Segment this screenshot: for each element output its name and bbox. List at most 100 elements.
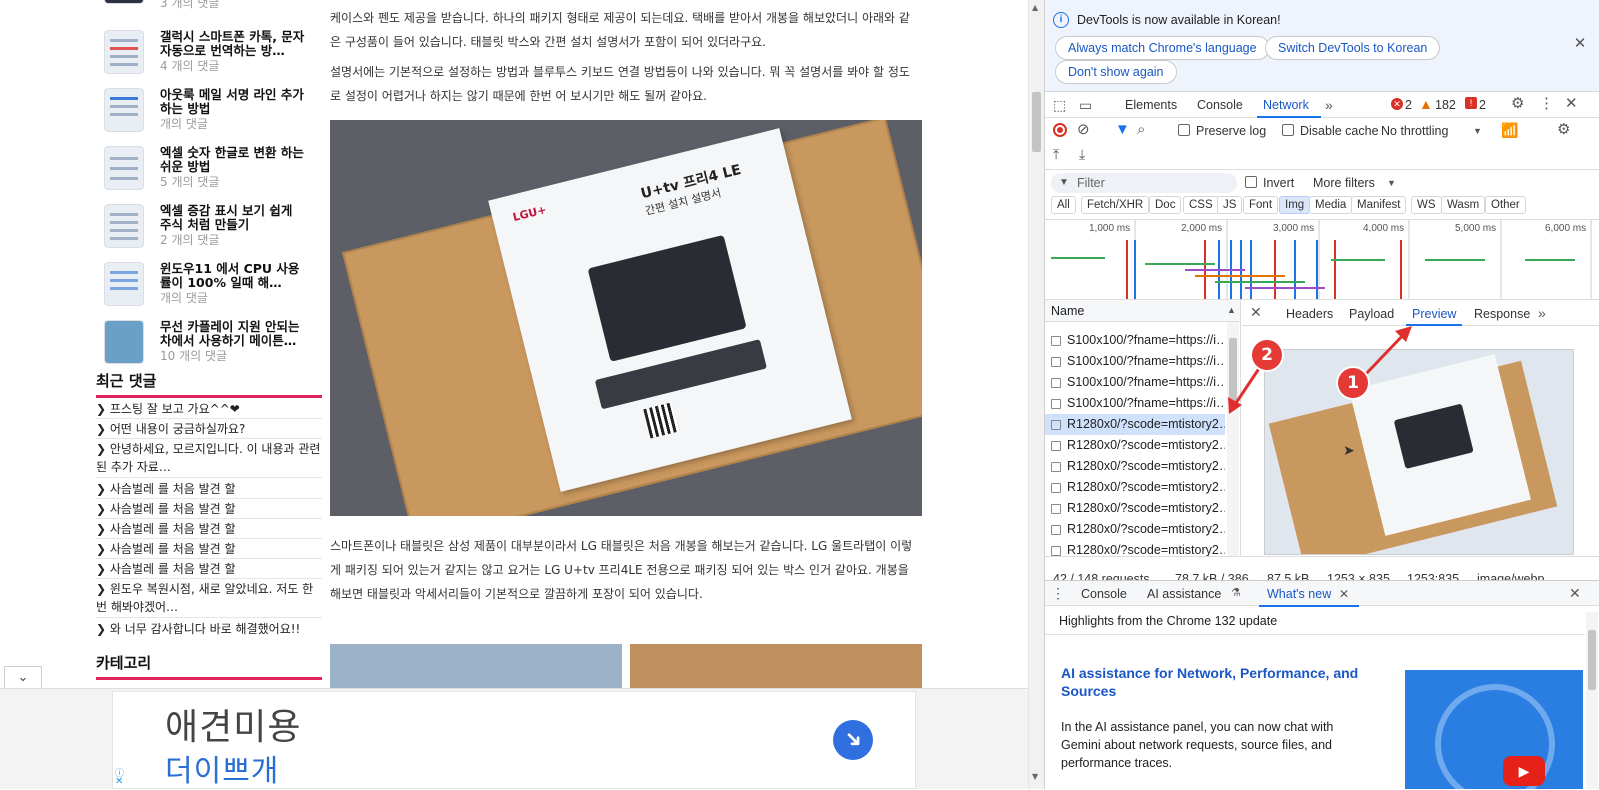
device-toolbar-icon[interactable]: ▭ [1079, 97, 1092, 113]
tab-elements[interactable]: Elements [1125, 98, 1177, 112]
preserve-log-checkbox[interactable] [1178, 124, 1190, 136]
preview-image[interactable]: ➤ [1264, 349, 1574, 555]
ad-box[interactable]: 애견미용 더이쁘개 ➜ ⓘ ✕ [112, 691, 916, 789]
gear-icon[interactable]: ⚙ [1557, 122, 1570, 138]
drawer-tab-whats-new[interactable]: What's new [1267, 587, 1331, 601]
comment-item[interactable]: ❯ 프스팅 잘 보고 가요^^❤ [96, 400, 322, 419]
scrollbar-thumb[interactable] [1229, 338, 1237, 408]
whatsnew-title-link[interactable]: AI assistance for Network, Performance, … [1061, 664, 1371, 700]
inspect-element-icon[interactable]: ⬚ [1053, 97, 1066, 113]
warning-icon[interactable]: ▲ [1419, 96, 1433, 112]
type-filter-css[interactable]: CSS [1183, 196, 1219, 214]
download-icon[interactable]: ⤓ [1079, 146, 1085, 162]
request-row[interactable]: S100x100/?fname=https://i… [1045, 393, 1225, 414]
close-icon[interactable]: ✕ [1569, 585, 1581, 601]
always-match-language-button[interactable]: Always match Chrome's language [1055, 36, 1270, 60]
filter-input[interactable]: ▼ Filter [1051, 173, 1237, 193]
request-row[interactable]: R1280x0/?scode=mtistory2… [1045, 519, 1225, 540]
request-row[interactable]: R1280x0/?scode=mtistory2… [1045, 498, 1225, 519]
ad-banner[interactable]: 애견미용 더이쁘개 ➜ ⓘ ✕ [0, 688, 1028, 789]
page-scrollbar[interactable]: ▲ ▼ [1028, 0, 1044, 789]
arrow-right-icon[interactable]: ➜ [824, 711, 882, 769]
comment-item[interactable]: ❯ 사슴벌레 를 처음 발견 할 [96, 500, 322, 519]
sidebar-post[interactable]: 무선 카플레이 지원 안되는 차에서 사용하기 메이튼… 10 개의 댓글 [96, 320, 322, 376]
type-filter-font[interactable]: Font [1243, 196, 1279, 214]
type-filter-doc[interactable]: Doc [1149, 196, 1182, 214]
type-filter-ws[interactable]: WS [1411, 196, 1442, 214]
post-title[interactable]: 아웃룩 메일 서명 라인 추가하는 방법 [160, 88, 308, 116]
disable-cache-checkbox[interactable] [1282, 124, 1294, 136]
filter-icon[interactable]: ▼ [1115, 122, 1130, 138]
tab-headers[interactable]: Headers [1286, 307, 1333, 321]
type-filter-img[interactable]: Img [1279, 196, 1311, 214]
chevron-down-icon[interactable]: ▼ [1473, 123, 1482, 139]
close-icon[interactable]: ✕ [1250, 304, 1262, 320]
comment-item[interactable]: ❯ 사슴벌레 를 처음 발견 할 [96, 560, 322, 579]
close-icon[interactable]: ✕ [1572, 36, 1588, 52]
sidebar-post[interactable]: 윈도우11 에서 CPU 사용률이 100% 일때 해… 개의 댓글 [96, 262, 322, 318]
drawer-scrollbar[interactable] [1586, 612, 1598, 789]
more-tabs-icon[interactable]: » [1538, 305, 1546, 321]
comment-item[interactable]: ❯ 사슴벌레 를 처음 발견 할 [96, 540, 322, 559]
tab-network[interactable]: Network [1263, 98, 1309, 112]
request-row[interactable]: R1280x0/?scode=mtistory2… [1045, 477, 1225, 498]
kebab-menu-icon[interactable]: ⋮ [1051, 585, 1065, 601]
post-title[interactable]: 갤럭시 스마트폰 카톡, 문자 자동으로 번역하는 방… [160, 30, 308, 58]
drawer-tab-console[interactable]: Console [1081, 587, 1127, 601]
sidebar-post[interactable]: 아웃룩 메일 서명 라인 추가하는 방법 개의 댓글 [96, 88, 322, 144]
sidebar-post[interactable]: 3 개의 댓글 [96, 0, 322, 12]
name-column-header[interactable]: Name ▲ [1045, 300, 1240, 322]
timeline-overview[interactable]: 1,000 ms 2,000 ms 3,000 ms 4,000 ms 5,00… [1045, 220, 1599, 300]
more-filters-dropdown[interactable]: More filters [1313, 176, 1375, 190]
scrollbar-thumb[interactable] [1588, 630, 1596, 690]
issue-icon[interactable]: ! [1465, 97, 1477, 109]
issue-count[interactable]: 2 [1479, 98, 1486, 112]
drawer-tab-ai-assistance[interactable]: AI assistance [1147, 587, 1221, 601]
error-count[interactable]: 2 [1405, 98, 1412, 112]
post-title[interactable]: 무선 카플레이 지원 안되는 차에서 사용하기 메이튼… [160, 320, 308, 348]
request-row-selected[interactable]: R1280x0/?scode=mtistory2… [1045, 414, 1225, 435]
post-title[interactable]: 엑셀 증감 표시 보기 쉽게 주식 처럼 만들기 [160, 204, 308, 232]
comment-item[interactable]: ❯ 와 너무 감사합니다 바로 해결했어요!! [96, 620, 322, 638]
type-filter-other[interactable]: Other [1485, 196, 1526, 214]
comment-item[interactable]: ❯ 어떤 내용이 궁금하실까요? [96, 420, 322, 439]
scrollbar-thumb[interactable] [1032, 92, 1041, 152]
scroll-up-icon[interactable]: ▲ [1032, 3, 1038, 12]
search-icon[interactable]: ⌕ [1137, 122, 1145, 138]
tab-console[interactable]: Console [1197, 98, 1243, 112]
close-icon[interactable]: ✕ [115, 776, 123, 787]
gear-icon[interactable]: ⚙ [1511, 96, 1524, 112]
comment-item[interactable]: ❯ 사슴벌레 를 처음 발견 할 [96, 480, 322, 499]
record-icon[interactable] [1053, 123, 1067, 137]
chevron-down-icon[interactable]: ⌄ [4, 666, 42, 688]
sidebar-post[interactable]: 갤럭시 스마트폰 카톡, 문자 자동으로 번역하는 방… 4 개의 댓글 [96, 30, 322, 86]
more-tabs-icon[interactable]: » [1325, 97, 1333, 113]
clear-icon[interactable]: ⊘ [1077, 122, 1090, 138]
request-row[interactable]: R1280x0/?scode=mtistory2… [1045, 456, 1225, 477]
warning-count[interactable]: 182 [1435, 98, 1456, 112]
invert-checkbox[interactable] [1245, 176, 1257, 188]
dont-show-again-button[interactable]: Don't show again [1055, 60, 1177, 84]
kebab-menu-icon[interactable]: ⋮ [1539, 96, 1554, 112]
comment-item[interactable]: ❯ 윈도우 복원시점, 새로 알았네요. 저도 한번 해봐야겠어… [96, 580, 322, 618]
request-row[interactable]: R1280x0/?scode=mtistory2… [1045, 435, 1225, 456]
error-icon[interactable]: ✕ [1391, 98, 1403, 110]
scroll-down-icon[interactable]: ▼ [1032, 772, 1038, 781]
type-filter-wasm[interactable]: Wasm [1441, 196, 1486, 214]
whatsnew-video-thumbnail[interactable]: ▶ [1405, 670, 1583, 789]
switch-to-korean-button[interactable]: Switch DevTools to Korean [1265, 36, 1441, 60]
sort-icon[interactable]: ▲ [1227, 302, 1236, 318]
request-list-scrollbar[interactable] [1227, 322, 1239, 556]
tab-response[interactable]: Response [1474, 307, 1530, 321]
post-title[interactable]: 엑셀 숫자 한글로 변환 하는 쉬운 방법 [160, 146, 308, 174]
type-filter-all[interactable]: All [1051, 196, 1076, 214]
network-conditions-icon[interactable]: 📶 [1501, 122, 1518, 138]
comment-item[interactable]: ❯ 사슴벌레 를 처음 발견 할 [96, 520, 322, 539]
request-row[interactable]: R1280x0/?scode=mtistory2… [1045, 540, 1225, 556]
type-filter-manifest[interactable]: Manifest [1351, 196, 1407, 214]
request-row[interactable]: S100x100/?fname=https://i… [1045, 330, 1225, 351]
sidebar-post[interactable]: 엑셀 숫자 한글로 변환 하는 쉬운 방법 5 개의 댓글 [96, 146, 322, 202]
upload-icon[interactable]: ⤒ [1053, 146, 1059, 162]
post-title[interactable]: 윈도우11 에서 CPU 사용률이 100% 일때 해… [160, 262, 308, 290]
request-row[interactable]: S100x100/?fname=https://i… [1045, 372, 1225, 393]
